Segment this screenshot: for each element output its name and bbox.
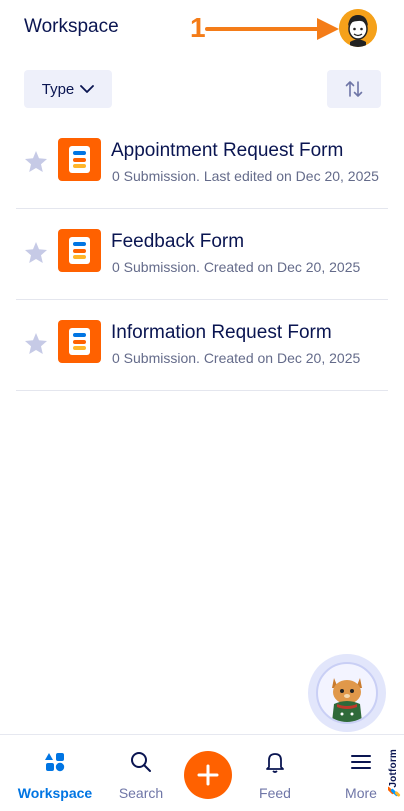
form-name: Appointment Request Form — [111, 140, 344, 161]
form-list-item[interactable]: Feedback Form 0 Submission. Created on D… — [16, 209, 388, 300]
form-icon — [58, 138, 101, 181]
form-list-item[interactable]: Information Request Form 0 Submission. C… — [16, 300, 388, 391]
nav-workspace-label: Workspace — [17, 785, 93, 801]
page-title: Workspace — [24, 16, 119, 37]
type-filter-label: Type — [41, 80, 75, 98]
sort-icon — [345, 81, 363, 97]
form-name: Feedback Form — [111, 231, 245, 252]
filter-toolbar: Type — [0, 68, 404, 110]
star-icon[interactable] — [24, 332, 48, 355]
nav-feed[interactable]: Feed — [242, 735, 308, 811]
sort-button[interactable] — [327, 70, 381, 108]
form-name: Information Request Form — [111, 322, 332, 343]
star-icon[interactable] — [24, 241, 48, 264]
form-meta: 0 Submission. Last edited on Dec 20, 202… — [112, 168, 379, 184]
bell-icon — [266, 753, 284, 773]
plus-icon — [197, 764, 219, 786]
menu-icon — [351, 755, 371, 769]
star-icon[interactable] — [24, 150, 48, 173]
create-button[interactable] — [184, 751, 232, 799]
nav-feed-label: Feed — [259, 785, 291, 801]
workspace-icon — [45, 753, 65, 772]
bottom-navigation: Workspace Search Feed More Jotform — [0, 734, 404, 811]
annotation-arrow-icon — [205, 18, 339, 40]
form-list-item[interactable]: Appointment Request Form 0 Submission. L… — [16, 118, 388, 209]
chevron-down-icon — [80, 85, 95, 93]
profile-avatar[interactable] — [339, 9, 377, 47]
form-list: Appointment Request Form 0 Submission. L… — [16, 118, 388, 391]
app-header: Workspace 1 — [0, 0, 404, 58]
form-meta: 0 Submission. Created on Dec 20, 2025 — [112, 350, 361, 366]
search-icon — [131, 752, 151, 772]
annotation-number: 1 — [190, 12, 206, 43]
cat-mascot-icon — [332, 678, 362, 722]
avatar-face-icon — [339, 9, 377, 47]
brand-name: Jotform — [388, 749, 399, 788]
nav-search-label: Search — [118, 785, 164, 801]
nav-more[interactable]: More — [330, 735, 392, 811]
nav-more-label: More — [345, 785, 377, 801]
form-meta: 0 Submission. Created on Dec 20, 2025 — [112, 259, 361, 275]
ai-agent-button[interactable] — [308, 654, 386, 732]
form-icon — [58, 320, 101, 363]
nav-workspace[interactable]: Workspace — [14, 735, 96, 811]
type-filter-button[interactable]: Type — [24, 70, 112, 108]
form-icon — [58, 229, 101, 272]
nav-search[interactable]: Search — [104, 735, 178, 811]
